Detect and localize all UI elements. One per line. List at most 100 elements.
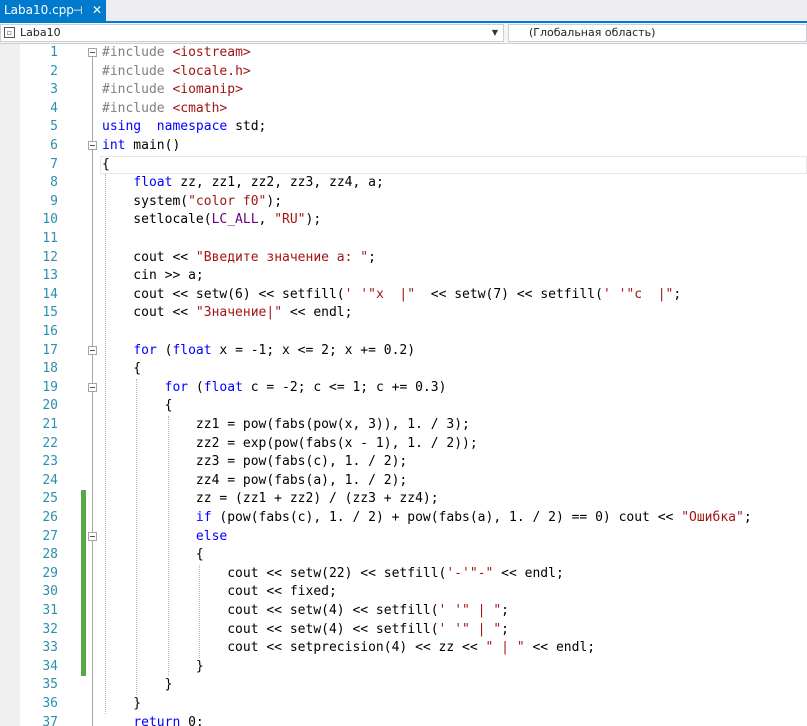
line-number: 6 bbox=[50, 138, 58, 153]
collapse-icon[interactable] bbox=[88, 141, 97, 150]
code-text: return 0; bbox=[133, 714, 204, 726]
code-line[interactable]: 21 zz1 = pow(fabs(pow(x, 3)), 1. / 3); bbox=[0, 416, 807, 435]
code-line[interactable]: 35 } bbox=[0, 676, 807, 695]
code-line[interactable]: 16 bbox=[0, 323, 807, 342]
code-line[interactable]: 13 cin >> a; bbox=[0, 267, 807, 286]
code-text: for (float x = -1; x <= 2; x += 0.2) bbox=[133, 342, 416, 358]
tab-bar: Laba10.cpp ⊣ ✕ bbox=[0, 0, 807, 22]
change-marker bbox=[81, 620, 86, 640]
change-marker bbox=[81, 583, 86, 602]
code-text: #include <iostream> bbox=[102, 45, 251, 60]
code-text: } bbox=[102, 658, 204, 674]
code-text: #include <cmath> bbox=[102, 100, 228, 116]
change-marker bbox=[81, 602, 86, 621]
code-line[interactable]: 25 zz = (zz1 + zz2) / (zz3 + zz4); bbox=[0, 490, 807, 509]
line-number: 23 bbox=[42, 454, 58, 470]
scope-dropdown[interactable]: (Глобальная область) bbox=[508, 24, 807, 42]
line-number: 31 bbox=[42, 603, 58, 618]
code-line[interactable]: 15 cout << "Значение|" << endl; bbox=[0, 304, 807, 323]
change-marker bbox=[81, 639, 86, 658]
code-line[interactable]: 37 return 0; bbox=[0, 714, 807, 726]
tab-title: Laba10.cpp bbox=[4, 3, 74, 17]
code-line[interactable]: 8 float zz, zz1, zz2, zz3, zz4, a; bbox=[0, 174, 807, 193]
change-marker bbox=[81, 509, 86, 528]
code-line[interactable]: 10 setlocale(LC_ALL, "RU"); bbox=[0, 211, 807, 230]
line-number: 15 bbox=[42, 305, 58, 321]
scope-label: (Глобальная область) bbox=[529, 26, 656, 39]
code-line[interactable]: 26 if (pow(fabs(c), 1. / 2) + pow(fabs(a… bbox=[0, 509, 807, 528]
line-number: 4 bbox=[50, 100, 58, 116]
code-text: zz1 = pow(fabs(pow(x, 3)), 1. / 3); bbox=[102, 417, 470, 432]
line-number: 28 bbox=[42, 547, 58, 563]
code-editor[interactable]: 1 #include <iostream> 2 #include <locale.h>… bbox=[0, 44, 807, 726]
code-line[interactable]: 5 using namespace std; bbox=[0, 118, 807, 137]
code-line[interactable]: 14 cout << setw(6) << setfill(' '"x |" <… bbox=[0, 286, 807, 305]
code-line[interactable]: 2 #include <locale.h> bbox=[0, 63, 807, 82]
line-number: 19 bbox=[42, 379, 58, 395]
code-line[interactable]: 18 { bbox=[0, 360, 807, 379]
line-number: 14 bbox=[42, 286, 58, 302]
line-number: 10 bbox=[42, 212, 58, 228]
code-line[interactable]: 12 cout << "Введите значение a: "; bbox=[0, 249, 807, 268]
project-icon: ▫ bbox=[4, 27, 15, 38]
code-line[interactable]: 30 cout << fixed; bbox=[0, 583, 807, 602]
collapse-icon[interactable] bbox=[88, 531, 97, 541]
code-line[interactable]: 17 for (float x = -1; x <= 2; x += 0.2) bbox=[0, 342, 807, 361]
pin-icon[interactable]: ⊣ bbox=[73, 0, 83, 21]
line-number: 7 bbox=[50, 156, 58, 172]
collapse-icon[interactable] bbox=[88, 345, 97, 355]
code-line[interactable]: 3 #include <iomanip> bbox=[0, 81, 807, 100]
line-number: 9 bbox=[50, 193, 58, 209]
code-line[interactable]: 31 cout << setw(4) << setfill(' '" | "; bbox=[0, 602, 807, 621]
code-line[interactable]: 34 } bbox=[0, 657, 807, 677]
code-text: else bbox=[195, 528, 228, 544]
code-line[interactable]: 24 zz4 = pow(fabs(a), 1. / 2); bbox=[0, 472, 807, 491]
code-line[interactable]: 4 #include <cmath> bbox=[0, 100, 807, 119]
code-line[interactable]: 33 cout << setprecision(4) << zz << " | … bbox=[0, 639, 807, 658]
line-number: 3 bbox=[50, 82, 58, 98]
code-line[interactable]: 20 { bbox=[0, 397, 807, 416]
line-number: 20 bbox=[42, 398, 58, 414]
line-number: 11 bbox=[42, 231, 58, 246]
code-line[interactable]: 19 for (float c = -2; c <= 1; c += 0.3) bbox=[0, 379, 807, 398]
code-text: float zz, zz1, zz2, zz3, zz4, a; bbox=[133, 175, 384, 191]
code-line[interactable]: 28 { bbox=[0, 546, 807, 565]
line-number: 27 bbox=[42, 528, 58, 544]
code-line[interactable]: 22 zz2 = exp(pow(fabs(x - 1), 1. / 2)); bbox=[0, 435, 807, 454]
code-line[interactable]: 23 zz3 = pow(fabs(c), 1. / 2); bbox=[0, 453, 807, 472]
chevron-down-icon[interactable]: ▼ bbox=[492, 25, 498, 41]
line-number: 29 bbox=[42, 565, 58, 581]
change-marker bbox=[81, 546, 86, 565]
line-number: 26 bbox=[42, 510, 58, 525]
code-line[interactable]: 32 cout << setw(4) << setfill(' '" | "; bbox=[0, 620, 807, 640]
indent-guide bbox=[167, 416, 169, 677]
code-line[interactable]: 29 cout << setw(22) << setfill('-'"-" <<… bbox=[0, 564, 807, 584]
collapse-icon[interactable] bbox=[88, 382, 97, 392]
code-text: cout << setw(4) << setfill(' '" | "; bbox=[102, 603, 509, 618]
change-marker bbox=[81, 657, 86, 677]
code-line[interactable]: 11 bbox=[0, 230, 807, 249]
code-text: setlocale(LC_ALL, "RU"); bbox=[102, 212, 322, 228]
code-text: using namespace std; bbox=[102, 119, 267, 135]
line-number: 5 bbox=[50, 119, 58, 135]
line-number: 25 bbox=[42, 491, 58, 507]
code-text: cout << setw(6) << setfill(' '"x |" << s… bbox=[102, 286, 682, 302]
collapse-icon[interactable] bbox=[88, 48, 97, 57]
line-number: 2 bbox=[50, 63, 58, 79]
tab-laba10-cpp[interactable]: Laba10.cpp ⊣ ✕ bbox=[0, 0, 106, 21]
line-number: 35 bbox=[42, 677, 58, 693]
project-dropdown[interactable]: ▫ Laba10 ▼ bbox=[0, 24, 504, 42]
code-line[interactable]: 6 int main() bbox=[0, 137, 807, 156]
code-line[interactable]: 9 system("color f0"); bbox=[0, 193, 807, 212]
code-line[interactable]: 27 else bbox=[0, 527, 807, 547]
code-text: #include <iomanip> bbox=[102, 82, 243, 98]
line-number: 30 bbox=[42, 584, 58, 600]
code-line[interactable]: 36 } bbox=[0, 695, 807, 714]
code-text: cout << setw(4) << setfill(' '" | "; bbox=[102, 621, 509, 637]
change-marker bbox=[81, 490, 86, 509]
code-line[interactable]: 7{ bbox=[0, 156, 807, 175]
line-number: 33 bbox=[42, 640, 58, 656]
code-line[interactable]: 1 #include <iostream> bbox=[0, 44, 807, 63]
close-icon[interactable]: ✕ bbox=[92, 0, 102, 21]
line-number: 32 bbox=[42, 621, 58, 637]
